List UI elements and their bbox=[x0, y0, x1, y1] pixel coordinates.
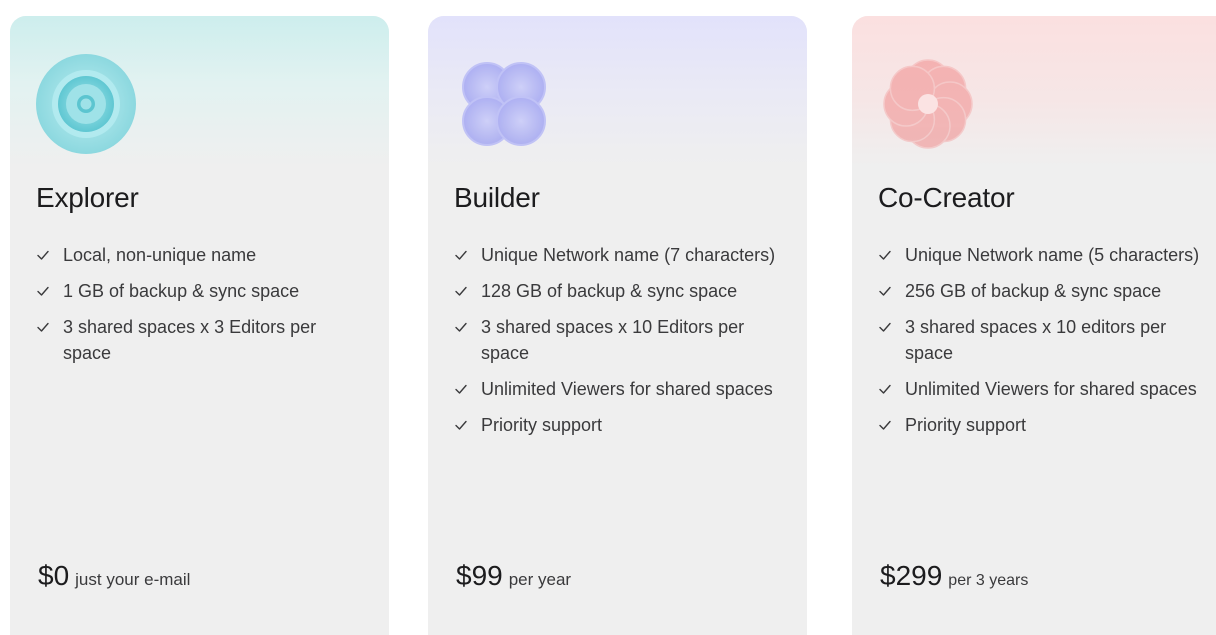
checkmark-icon bbox=[455, 286, 467, 296]
feature-item: 128 GB of backup & sync space bbox=[454, 278, 784, 304]
feature-item: 3 shared spaces x 10 editors per space bbox=[878, 314, 1208, 366]
checkmark-icon bbox=[455, 322, 467, 332]
feature-text: 3 shared spaces x 3 Editors per space bbox=[63, 317, 317, 363]
price: $99 per year bbox=[456, 560, 571, 592]
feature-item: Local, non-unique name bbox=[36, 242, 366, 268]
feature-item: Unlimited Viewers for shared spaces bbox=[454, 376, 784, 402]
feature-item: 3 shared spaces x 10 Editors per space bbox=[454, 314, 784, 366]
feature-text: Unlimited Viewers for shared spaces bbox=[905, 379, 1197, 399]
feature-list: Unique Network name (5 characters) 256 G… bbox=[878, 242, 1208, 448]
price-amount: $0 bbox=[38, 560, 70, 591]
four-circles-icon bbox=[462, 62, 546, 146]
feature-item: Priority support bbox=[878, 412, 1208, 438]
checkmark-icon bbox=[879, 384, 891, 394]
feature-text: Priority support bbox=[905, 415, 1027, 435]
plan-name: Builder bbox=[454, 182, 540, 213]
checkmark-icon bbox=[37, 286, 49, 296]
plan-card-builder[interactable]: Builder Unique Network name (7 character… bbox=[428, 16, 807, 635]
concentric-circles-icon bbox=[36, 54, 136, 154]
plan-name: Co-Creator bbox=[878, 182, 1015, 213]
checkmark-icon bbox=[455, 384, 467, 394]
feature-text: Unique Network name (7 characters) bbox=[481, 245, 776, 265]
feature-text: Local, non-unique name bbox=[63, 245, 257, 265]
flower-petals-icon bbox=[883, 59, 973, 149]
feature-list: Local, non-unique name 1 GB of backup & … bbox=[36, 242, 366, 376]
feature-text: 256 GB of backup & sync space bbox=[905, 281, 1162, 301]
price: $0 just your e-mail bbox=[38, 560, 190, 592]
feature-item: 256 GB of backup & sync space bbox=[878, 278, 1208, 304]
feature-item: Priority support bbox=[454, 412, 784, 438]
feature-item: Unique Network name (5 characters) bbox=[878, 242, 1208, 268]
price-note: per 3 years bbox=[948, 572, 1029, 589]
feature-text: 1 GB of backup & sync space bbox=[63, 281, 300, 301]
feature-list: Unique Network name (7 characters) 128 G… bbox=[454, 242, 784, 448]
checkmark-icon bbox=[37, 322, 49, 332]
price: $299 per 3 years bbox=[880, 560, 1028, 592]
checkmark-icon bbox=[455, 250, 467, 260]
feature-text: Unlimited Viewers for shared spaces bbox=[481, 379, 773, 399]
feature-text: 128 GB of backup & sync space bbox=[481, 281, 738, 301]
plan-card-explorer[interactable]: Explorer Local, non-unique name 1 GB of … bbox=[10, 16, 389, 635]
feature-text: Priority support bbox=[481, 415, 603, 435]
plan-card-co-creator[interactable]: Co-Creator Unique Network name (5 charac… bbox=[852, 16, 1216, 635]
checkmark-icon bbox=[879, 322, 891, 332]
checkmark-icon bbox=[37, 250, 49, 260]
feature-item: Unique Network name (7 characters) bbox=[454, 242, 784, 268]
pricing-section: Explorer Local, non-unique name 1 GB of … bbox=[0, 0, 1216, 635]
price-note: per year bbox=[508, 570, 572, 589]
checkmark-icon bbox=[879, 420, 891, 430]
checkmark-icon bbox=[455, 420, 467, 430]
checkmark-icon bbox=[879, 250, 891, 260]
checkmark-icon bbox=[879, 286, 891, 296]
feature-item: Unlimited Viewers for shared spaces bbox=[878, 376, 1208, 402]
feature-item: 3 shared spaces x 3 Editors per space bbox=[36, 314, 366, 366]
feature-text: Unique Network name (5 characters) bbox=[905, 245, 1200, 265]
plan-name: Explorer bbox=[36, 182, 139, 213]
feature-text: 3 shared spaces x 10 editors per space bbox=[905, 317, 1167, 363]
feature-item: 1 GB of backup & sync space bbox=[36, 278, 366, 304]
price-amount: $299 bbox=[880, 560, 943, 591]
feature-text: 3 shared spaces x 10 Editors per space bbox=[481, 317, 745, 363]
price-amount: $99 bbox=[456, 560, 503, 591]
price-note: just your e-mail bbox=[75, 570, 191, 589]
